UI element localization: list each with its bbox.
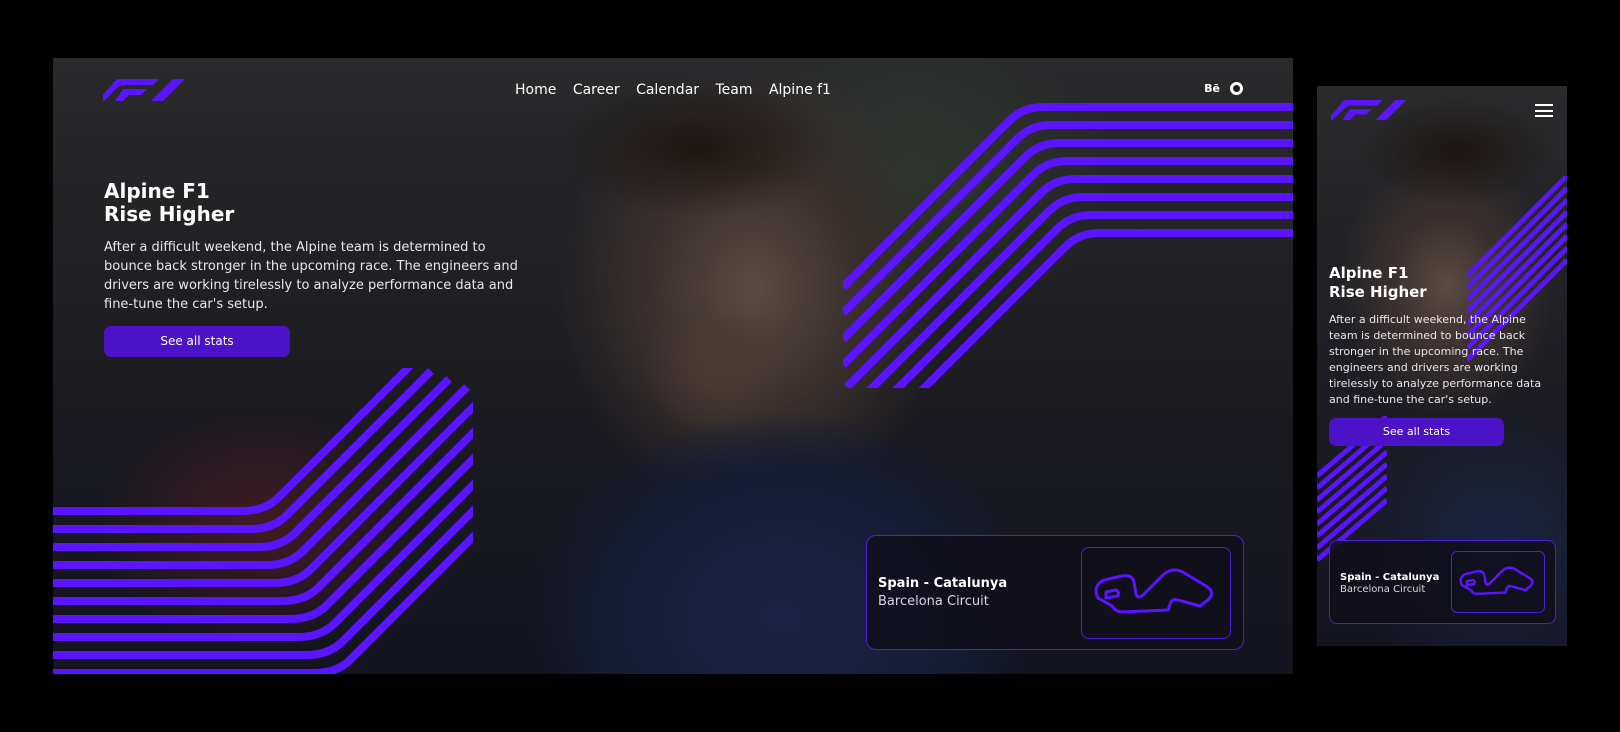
hero-title: Alpine F1 Rise Higher	[104, 180, 524, 226]
mobile-hero-title: Alpine F1 Rise Higher	[1329, 264, 1551, 302]
mobile-circuit-track-icon	[1459, 566, 1534, 596]
race-card[interactable]: Spain - Catalunya Barcelona Circuit	[866, 535, 1244, 650]
race-country: Spain - Catalunya	[878, 576, 1008, 591]
mobile-f1-logo[interactable]	[1331, 100, 1407, 120]
social-links: Bē	[1204, 82, 1243, 95]
mobile-hero-section: Alpine F1 Rise Higher After a difficult …	[1329, 264, 1551, 446]
mobile-hero-title-line1: Alpine F1	[1329, 264, 1409, 282]
mobile-hero-title-line2: Rise Higher	[1329, 283, 1427, 301]
decor-stripes-bottom-left	[53, 368, 473, 674]
nav-calendar[interactable]: Calendar	[636, 82, 699, 98]
see-all-stats-button[interactable]: See all stats	[104, 326, 290, 357]
nav-career[interactable]: Career	[573, 82, 620, 98]
nav-home[interactable]: Home	[515, 82, 556, 98]
top-navigation: Home Career Calendar Team Alpine f1 Bē	[53, 70, 1293, 110]
mobile-race-country: Spain - Catalunya	[1340, 572, 1440, 583]
mobile-see-all-stats-button[interactable]: See all stats	[1329, 418, 1504, 446]
decor-stripes-top-right	[843, 103, 1293, 388]
mobile-race-circuit: Barcelona Circuit	[1340, 584, 1426, 595]
hamburger-menu-icon[interactable]	[1535, 104, 1553, 117]
mobile-track-map-frame	[1451, 551, 1545, 613]
nav-team[interactable]: Team	[715, 82, 752, 98]
mobile-preview: Alpine F1 Rise Higher After a difficult …	[1317, 86, 1567, 646]
mobile-hero-description: After a difficult weekend, the Alpine te…	[1329, 313, 1542, 406]
hero-description: After a difficult weekend, the Alpine te…	[104, 240, 518, 312]
circuit-track-icon	[1094, 568, 1213, 614]
race-circuit: Barcelona Circuit	[878, 594, 989, 609]
track-map-frame	[1081, 547, 1231, 639]
hero-title-line2: Rise Higher	[104, 202, 235, 226]
mobile-race-card[interactable]: Spain - Catalunya Barcelona Circuit	[1329, 540, 1556, 624]
main-menu: Home Career Calendar Team Alpine f1	[53, 82, 1293, 98]
github-icon[interactable]	[1230, 82, 1243, 95]
desktop-preview: Home Career Calendar Team Alpine f1 Bē A…	[53, 58, 1293, 674]
nav-alpine-f1[interactable]: Alpine f1	[769, 82, 831, 98]
hero-title-line1: Alpine F1	[104, 179, 210, 203]
behance-icon[interactable]: Bē	[1204, 82, 1220, 95]
hero-section: Alpine F1 Rise Higher After a difficult …	[104, 180, 524, 357]
